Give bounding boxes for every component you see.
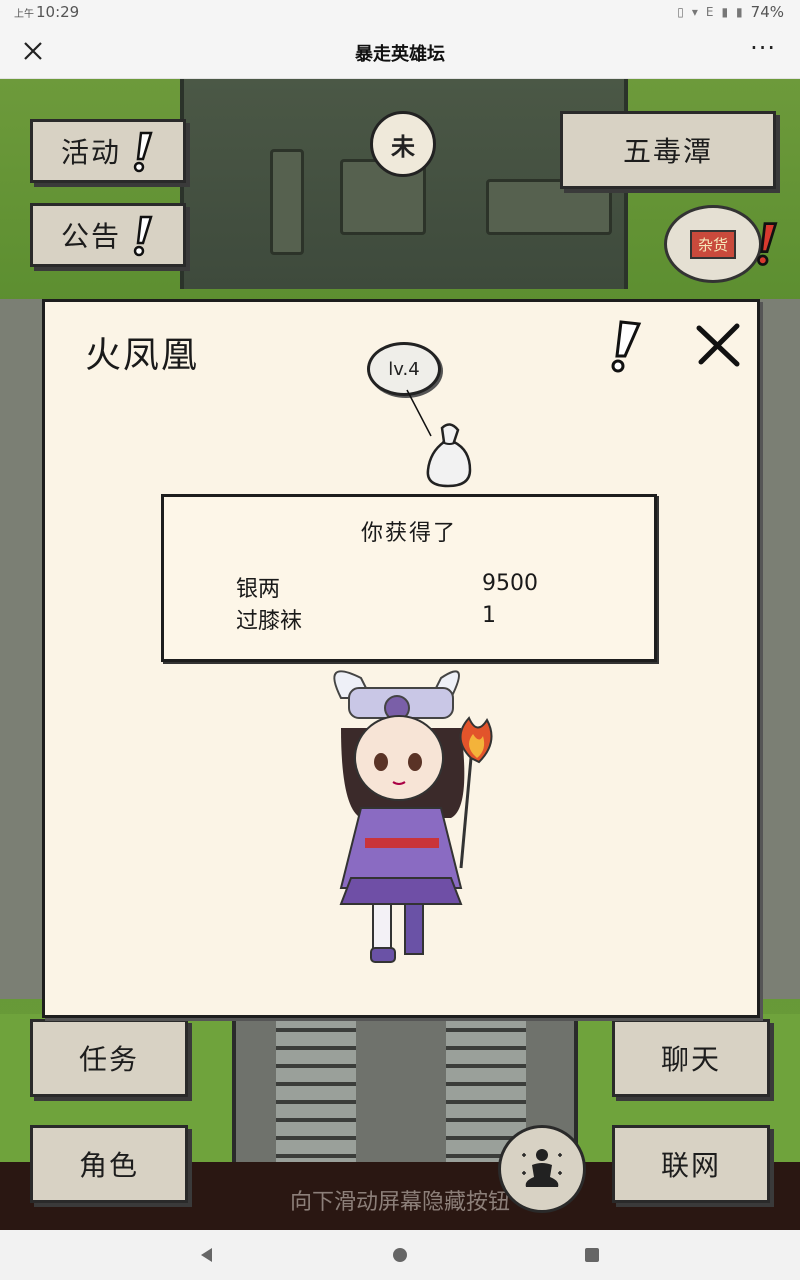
vibrate-icon: ▯ [677,5,684,19]
wifi-icon: ▾ [691,5,698,19]
reward-heading: 你获得了 [360,521,457,546]
network-label: 联网 [660,1149,721,1182]
shop-sign: 杂货 [689,229,736,259]
character-label: 角色 [78,1149,139,1182]
system-nav-bar [0,1230,800,1280]
reward-name: 过膝袜 [236,609,303,634]
hero-sprite [333,670,493,963]
card-close-icon[interactable] [693,320,743,370]
reward-name: 银两 [236,577,281,602]
time-of-day-icon[interactable]: 未 [370,111,436,177]
network-type: E [705,5,714,19]
rock-pillar [270,149,304,255]
character-card: 火凤凰 lv.4 你获得了 银两 9500 过膝袜 1 [42,299,760,1018]
more-menu-button[interactable]: ··· [750,34,776,62]
activity-button[interactable]: 活动 [30,119,186,183]
battery-icon: ▮ [736,5,743,19]
reward-value: 9500 [482,571,538,596]
level-text: lv.4 [388,358,420,380]
chat-button[interactable]: 聊天 [612,1019,770,1097]
status-icons: ▯ ▾ E ▮ ▮ 74% [677,3,784,21]
network-button[interactable]: 联网 [612,1125,770,1203]
bridge-steps [276,1014,356,1164]
home-icon[interactable] [391,1246,409,1264]
card-alert-icon[interactable] [601,318,645,374]
activity-label: 活动 [60,136,121,169]
location-label: 五毒潭 [622,135,713,168]
top-bar: 暴走英雄坛 ··· [0,26,800,79]
battery-level: 74% [750,3,784,21]
reward-panel: 你获得了 银两 9500 过膝袜 1 [161,494,657,662]
alert-icon [133,131,153,173]
game-scene: 向下滑动屏幕隐藏按钮 未 活动 公告 五毒潭 杂货 任务 角色 聊天 联网 火凤… [0,79,800,1230]
reward-value: 1 [482,603,496,628]
chat-label: 聊天 [660,1043,721,1076]
announcement-label: 公告 [60,220,121,253]
recents-icon[interactable] [584,1247,600,1263]
shop-alert-icon [757,222,778,266]
quest-button[interactable]: 任务 [30,1019,188,1097]
location-button[interactable]: 五毒潭 [560,111,776,189]
money-bag-icon[interactable] [420,420,476,490]
time-of-day-char: 未 [391,132,415,161]
status-time: 上午 10:29 [14,3,80,21]
character-button[interactable]: 角色 [30,1125,188,1203]
alert-icon [133,215,153,257]
quest-label: 任务 [78,1043,139,1076]
meditate-icon [522,1149,562,1187]
page-title: 暴走英雄坛 [355,44,445,65]
signal-icon: ▮ [721,5,729,19]
shop-button[interactable]: 杂货 [664,205,762,283]
card-title: 火凤凰 [85,335,200,376]
status-bar: 上午 10:29 ▯ ▾ E ▮ ▮ 74% [0,0,800,26]
meditate-button[interactable] [498,1125,586,1213]
back-icon[interactable] [198,1246,216,1264]
announcement-button[interactable]: 公告 [30,203,186,267]
